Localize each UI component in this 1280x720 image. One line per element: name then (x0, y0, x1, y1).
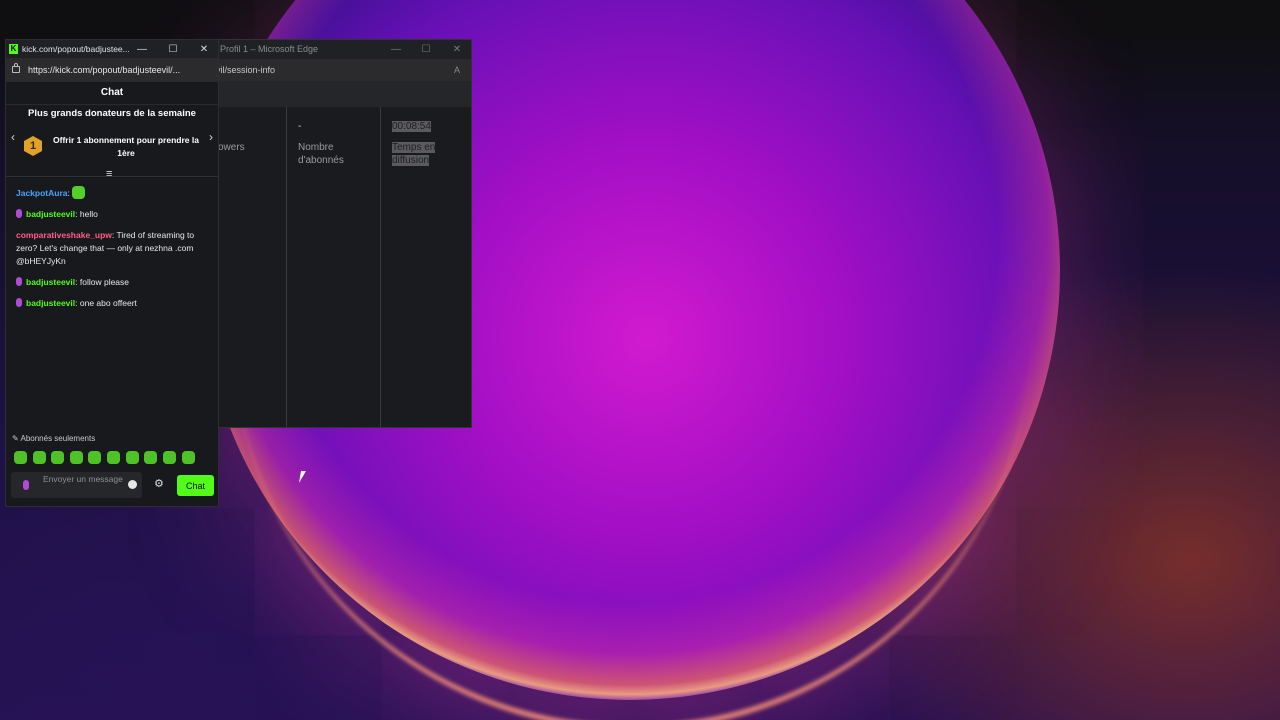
emote-icon[interactable] (33, 451, 46, 464)
mic-icon (23, 480, 29, 490)
emoji-icon[interactable] (128, 480, 137, 489)
tag-icon: ✎ (12, 434, 19, 443)
kick-logo-icon: K (9, 44, 18, 54)
chat-message: badjusteevil: hello (16, 208, 212, 221)
gift-sub-cta[interactable]: Offrir 1 abonnement pour prendre la 1ère (48, 134, 204, 160)
stat-value (218, 120, 282, 133)
chat-input-container (11, 472, 142, 498)
stat-divider (286, 107, 287, 427)
chat-username[interactable]: badjusteevil (26, 298, 75, 308)
broadcaster-badge-icon (16, 209, 22, 218)
send-chat-button[interactable]: Chat (177, 475, 214, 496)
stat-stream-time: 00:08:54 Temps en diffusion (392, 120, 452, 167)
edge-window-title: Profil 1 – Microsoft Edge (220, 44, 319, 54)
chat-username[interactable]: JackpotAura (16, 188, 68, 198)
chat-message-list: JackpotAura: badjusteevil: hello compara… (16, 186, 212, 318)
chat-address-bar[interactable]: https://kick.com/popout/badjusteevil/... (6, 58, 218, 82)
chat-header-title: Chat (6, 82, 218, 105)
chat-message: badjusteevil: follow please (16, 276, 212, 289)
minimize-icon[interactable]: — (134, 40, 150, 59)
rank-medal-icon: 1 (24, 136, 42, 156)
subs-only-text: Abonnés seulements (20, 434, 96, 443)
lock-icon[interactable] (12, 63, 20, 73)
close-icon[interactable]: ✕ (449, 40, 465, 59)
broadcaster-badge-icon (16, 298, 22, 307)
stat-value: 00:08:54 (392, 121, 431, 132)
emote-icon[interactable] (182, 451, 195, 464)
minimize-icon[interactable]: — (388, 40, 404, 59)
chat-window-title: kick.com/popout/badjustee... (22, 44, 130, 54)
emote-icon[interactable] (107, 451, 120, 464)
chat-message-text: hello (79, 209, 98, 219)
emote-icon[interactable] (126, 451, 139, 464)
top-gifters-carousel: ‹ 1 Offrir 1 abonnement pour prendre la … (6, 128, 218, 168)
subscribers-only-label: ✎ Abonnés seulements (12, 434, 95, 443)
chat-message-text: follow please (79, 277, 130, 287)
stat-label: Nombre d'abonnés (298, 142, 344, 166)
chat-username[interactable]: comparativeshake_upw (16, 230, 112, 240)
emote-icon[interactable] (163, 451, 176, 464)
gear-icon[interactable]: ⚙ (154, 477, 164, 490)
chat-url-text: https://kick.com/popout/badjusteevil/... (28, 65, 181, 75)
chevron-left-icon[interactable]: ‹ (7, 130, 19, 144)
stat-divider (380, 107, 381, 427)
maximize-icon[interactable]: ☐ (165, 40, 181, 59)
top-gifters-title: Plus grands donateurs de la semaine (28, 108, 196, 119)
chat-message-text: one abo offeert (79, 298, 137, 308)
chevron-right-icon[interactable]: › (205, 130, 217, 144)
stat-value: - (298, 121, 302, 132)
kick-chat-popout-window: K kick.com/popout/badjustee... — ☐ ✕ htt… (5, 39, 219, 507)
emote-icon[interactable] (70, 451, 83, 464)
close-icon[interactable]: ✕ (196, 40, 212, 59)
chat-message: badjusteevil: one abo offeert (16, 297, 212, 310)
stat-label: Temps en diffusion (392, 142, 436, 166)
divider (6, 176, 218, 177)
edge-url-text: vil/session-info (216, 65, 276, 75)
stat-subscribers: - Nombre d'abonnés (298, 120, 374, 167)
chat-message: comparativeshake_upw: Tired of streaming… (16, 230, 195, 266)
chat-message-input[interactable] (37, 474, 127, 496)
chat-window-titlebar: K kick.com/popout/badjustee... — ☐ ✕ (6, 40, 218, 58)
stat-followers: owers (218, 120, 282, 154)
read-aloud-icon[interactable]: A (454, 59, 460, 81)
maximize-icon[interactable]: ☐ (418, 40, 434, 59)
chat-username[interactable]: badjusteevil (26, 277, 75, 287)
emote-icon[interactable] (14, 451, 27, 464)
emote-icon (72, 186, 86, 199)
chat-username[interactable]: badjusteevil (26, 209, 75, 219)
emote-icon[interactable] (88, 451, 101, 464)
chat-message: JackpotAura: (16, 186, 212, 200)
emote-icon[interactable] (144, 451, 157, 464)
filter-icon[interactable]: ≡ (106, 168, 112, 180)
stat-label: owers (218, 142, 245, 153)
broadcaster-badge-icon (16, 277, 22, 286)
emote-icon[interactable] (51, 451, 64, 464)
emote-quick-bar (14, 451, 214, 465)
